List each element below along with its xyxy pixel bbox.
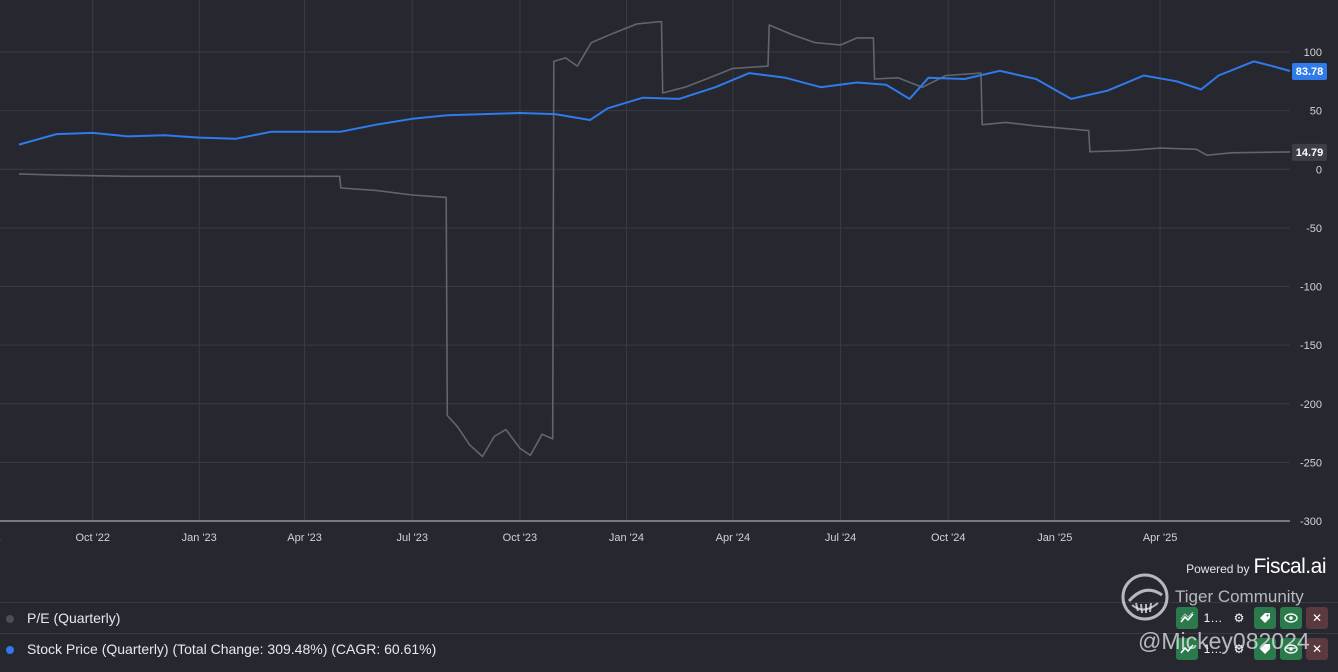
legend-row-pe[interactable]: P/E (Quarterly) 1… ⚙ ✕ — [0, 602, 1338, 633]
sort-icon[interactable]: 1… — [1202, 638, 1224, 660]
legend-dot-stock-price — [6, 646, 14, 654]
y-axis-ticks: 100 50 0 -50 -100 -150 -200 -250 -300 — [1300, 47, 1322, 528]
last-value-label: 83.78 — [1296, 66, 1324, 78]
x-tick-label: Jul '22 — [0, 532, 1, 544]
stock-price-series-controls: 1… ⚙ ✕ — [1176, 638, 1328, 660]
sort-icon[interactable]: 1… — [1202, 607, 1224, 629]
powered-by-label: Powered by — [1186, 562, 1250, 576]
x-tick-label: Apr '23 — [287, 532, 322, 544]
y-tick-label: -150 — [1300, 340, 1322, 352]
close-icon[interactable]: ✕ — [1306, 607, 1328, 629]
chart-grid — [0, 0, 1290, 522]
y-tick-label: 0 — [1316, 164, 1322, 176]
line-chart-icon[interactable] — [1176, 607, 1198, 629]
legend-label-pe: P/E (Quarterly) — [27, 610, 121, 626]
x-tick-label: Apr '24 — [716, 532, 751, 544]
x-tick-label: Jul '23 — [397, 532, 428, 544]
x-tick-label: Jan '25 — [1037, 532, 1072, 544]
eye-icon[interactable] — [1280, 638, 1302, 660]
brand-logo: Fiscal.ai — [1253, 555, 1326, 578]
series-layer — [18, 20, 1291, 458]
stock-price-series-line — [18, 60, 1291, 146]
powered-by[interactable]: Powered by Fiscal.ai — [1186, 555, 1326, 579]
legend-label-stock-price: Stock Price (Quarterly) (Total Change: 3… — [27, 641, 437, 657]
legend-row-stock-price[interactable]: Stock Price (Quarterly) (Total Change: 3… — [0, 633, 1338, 664]
gear-icon[interactable]: ⚙ — [1228, 638, 1250, 660]
y-tick-label: 50 — [1310, 106, 1322, 118]
last-value-label: 14.79 — [1296, 147, 1324, 159]
line-chart-icon[interactable] — [1176, 638, 1198, 660]
close-icon[interactable]: ✕ — [1306, 638, 1328, 660]
legend-dot-pe — [6, 615, 14, 623]
chart: Jul '22 Oct '22 Jan '23 Apr '23 Jul '23 Oct '… — [0, 0, 1327, 544]
x-tick-label: Apr '25 — [1143, 532, 1178, 544]
x-tick-label: Jul '24 — [825, 532, 856, 544]
x-tick-label: Jan '23 — [182, 532, 217, 544]
pe-series-line — [18, 20, 1291, 458]
y-tick-label: -100 — [1300, 282, 1322, 294]
y-tick-label: 100 — [1304, 47, 1322, 59]
gear-icon[interactable]: ⚙ — [1228, 607, 1250, 629]
y-tick-label: -50 — [1306, 223, 1322, 235]
y-tick-label: -250 — [1300, 457, 1322, 469]
y-tick-label: -300 — [1300, 516, 1322, 528]
eye-icon[interactable] — [1280, 607, 1302, 629]
x-axis-ticks: Jul '22 Oct '22 Jan '23 Apr '23 Jul '23 Oct '… — [0, 532, 1177, 544]
x-tick-label: Oct '22 — [75, 532, 110, 544]
pe-series-controls: 1… ⚙ ✕ — [1176, 607, 1328, 629]
y-tick-label: -200 — [1300, 399, 1322, 411]
tag-icon[interactable] — [1254, 607, 1276, 629]
x-tick-label: Oct '24 — [931, 532, 966, 544]
tag-icon[interactable] — [1254, 638, 1276, 660]
x-tick-label: Oct '23 — [503, 532, 538, 544]
x-tick-label: Jan '24 — [609, 532, 644, 544]
